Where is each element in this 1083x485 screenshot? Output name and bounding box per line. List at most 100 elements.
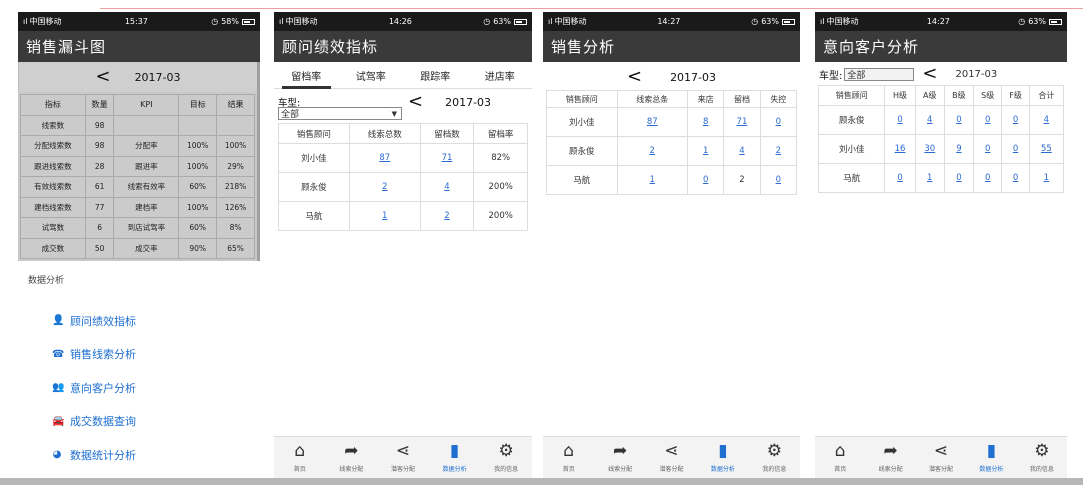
nav-item[interactable]: ⋖ 潜客分配 [916, 437, 966, 478]
value-link[interactable]: 0 [985, 173, 990, 183]
nav-item[interactable]: ➦ 线索分配 [326, 437, 378, 478]
nav-item[interactable]: ▮ 数据分析 [697, 437, 748, 478]
tab[interactable]: 留档率 [274, 62, 339, 89]
table-row: 顾永俊 2 4 200% [278, 172, 528, 202]
table-row: 分配线索数 98 分配率 100% 100% [20, 135, 255, 157]
value-link[interactable]: 1 [703, 146, 708, 156]
value-link[interactable]: 0 [703, 175, 708, 185]
value-link[interactable]: 87 [379, 153, 390, 163]
nav-item[interactable]: ⚙ 我的信息 [480, 437, 532, 478]
nav-item[interactable]: ▮ 数据分析 [966, 437, 1016, 478]
menu-item[interactable]: 👤 顾问绩效指标 [28, 304, 250, 338]
home-icon: ⌂ [563, 440, 575, 461]
carrier-label: ıl 中国移动 [548, 17, 587, 26]
column-header: 指标 [20, 94, 86, 116]
value-link[interactable]: 0 [956, 173, 961, 183]
value-link[interactable]: 1 [927, 173, 932, 183]
nav-item[interactable]: ⋖ 潜客分配 [646, 437, 697, 478]
car-model-select[interactable]: 全部 [844, 67, 915, 81]
table-cell: 71 [419, 143, 475, 173]
value-link[interactable]: 0 [985, 115, 990, 125]
value-link[interactable]: 0 [776, 175, 781, 185]
value-link[interactable]: 71 [737, 117, 748, 127]
bottom-gray-strip [0, 478, 1083, 485]
value-link[interactable]: 2 [776, 146, 781, 156]
menu-item[interactable]: 👥 意向客户分析 [28, 371, 250, 405]
table-cell: 29% [216, 155, 255, 177]
table-cell: 2 [419, 201, 475, 231]
column-header: 目标 [178, 94, 218, 116]
value-link[interactable]: 71 [442, 153, 453, 163]
table-cell: 马航 [546, 165, 618, 195]
prev-month-button[interactable]: < [627, 68, 642, 86]
nav-item[interactable]: ➦ 线索分配 [865, 437, 915, 478]
nav-item[interactable]: ⚙ 我的信息 [1017, 437, 1067, 478]
gear-icon: ⚙ [498, 440, 514, 461]
prev-month-button[interactable]: < [922, 65, 937, 83]
menu-item[interactable]: ◕ 数据统计分析 [28, 438, 250, 472]
column-header: 销售顾问 [546, 90, 618, 108]
value-link[interactable]: 1 [382, 211, 387, 221]
value-link[interactable]: 1 [650, 175, 655, 185]
value-link[interactable]: 1 [1044, 173, 1049, 183]
tab[interactable]: 试驾率 [339, 62, 404, 88]
prev-month-button[interactable]: < [95, 68, 110, 86]
battery-icon [242, 18, 255, 25]
table-cell: 0 [972, 163, 1003, 193]
value-link[interactable]: 0 [897, 115, 902, 125]
nav-item-label: 首页 [834, 465, 847, 473]
table-cell: 218% [216, 176, 255, 198]
tab[interactable]: 进店率 [468, 62, 533, 88]
gear-icon: ⚙ [766, 440, 782, 461]
car-model-select[interactable]: 全部 ▼ [278, 107, 402, 120]
nav-item[interactable]: ➦ 线索分配 [594, 437, 645, 478]
table-cell: 1 [1028, 163, 1065, 193]
nav-item[interactable]: ⚙ 我的信息 [749, 437, 800, 478]
value-link[interactable]: 0 [1013, 115, 1018, 125]
carrier-label: ıl 中国移动 [820, 17, 859, 26]
value-link[interactable]: 8 [703, 117, 708, 127]
value-link[interactable]: 0 [1013, 144, 1018, 154]
value-link[interactable]: 2 [650, 146, 655, 156]
prev-month-button[interactable]: < [408, 93, 423, 111]
value-link[interactable]: 4 [1044, 115, 1049, 125]
value-link[interactable]: 0 [985, 144, 990, 154]
value-link[interactable]: 0 [1013, 173, 1018, 183]
value-link[interactable]: 4 [927, 115, 932, 125]
column-header: H级 [884, 85, 916, 106]
retention-table: 销售顾问 线索总数 留档数 留档率 刘小佳 87 71 82% 顾永俊 2 4 200% 马航 1 2 20… [278, 123, 528, 231]
data-analysis-menu: 数据分析 👤 顾问绩效指标 ☎ 销售线索分析 👥 意向客户分析 🚘 成交数据查询 ◕ 数据统计分析 [18, 261, 260, 478]
value-link[interactable]: 55 [1041, 144, 1052, 154]
table-row: 马航 1 0 2 0 [546, 165, 798, 195]
table-cell: 100% [216, 135, 255, 157]
value-link[interactable]: 16 [895, 144, 906, 154]
bottom-nav: ⌂ 首页 ➦ 线索分配 ⋖ 潜客分配 ▮ 数据分析 ⚙ 我的信息 [543, 436, 800, 478]
value-link[interactable]: 0 [956, 115, 961, 125]
menu-item[interactable]: 🚘 成交数据查询 [28, 405, 250, 439]
nav-item[interactable]: ⌂ 首页 [543, 437, 594, 478]
tab[interactable]: 跟踪率 [403, 62, 468, 88]
pie-chart-icon: ◕ [52, 449, 62, 461]
value-link[interactable]: 2 [382, 182, 387, 192]
value-link[interactable]: 30 [924, 144, 935, 154]
phone-icon: ☎ [52, 348, 65, 360]
value-link[interactable]: 4 [444, 182, 449, 192]
value-link[interactable]: 0 [776, 117, 781, 127]
menu-item-label: 数据统计分析 [70, 448, 136, 462]
value-link[interactable]: 0 [897, 173, 902, 183]
nav-item[interactable]: ⌂ 首页 [274, 437, 326, 478]
page-title: 顾问绩效指标 [274, 31, 532, 62]
nav-item[interactable]: ⌂ 首页 [815, 437, 865, 478]
nav-item[interactable]: ⋖ 潜客分配 [377, 437, 429, 478]
menu-item[interactable]: ☎ 销售线索分析 [28, 338, 250, 372]
car-model-label: 车型: [819, 70, 843, 82]
nav-item-label: 潜客分配 [659, 465, 684, 473]
value-link[interactable]: 87 [647, 117, 658, 127]
date-label: 2017-03 [955, 68, 998, 80]
value-link[interactable]: 9 [956, 144, 961, 154]
value-link[interactable]: 2 [444, 211, 449, 221]
battery-percent: 63% [761, 17, 779, 26]
nav-item[interactable]: ▮ 数据分析 [429, 437, 481, 478]
value-link[interactable]: 4 [739, 146, 744, 156]
signal-icon: ıl [23, 17, 28, 26]
